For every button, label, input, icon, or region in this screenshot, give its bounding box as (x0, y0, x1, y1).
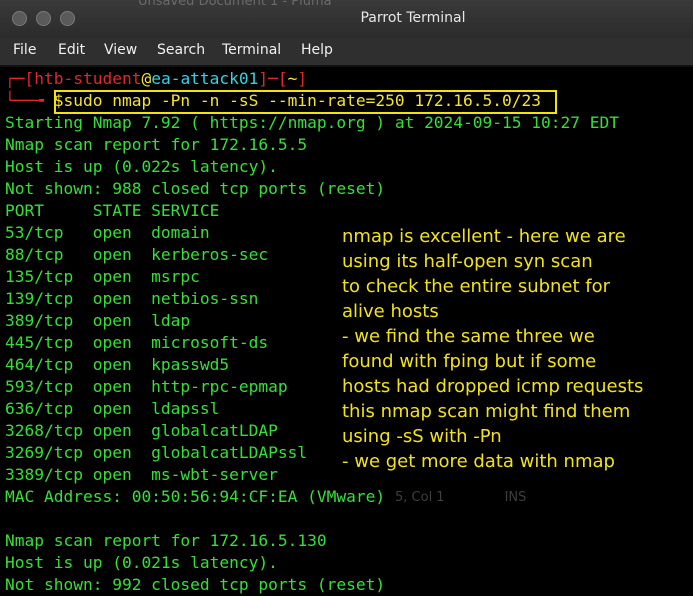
window-title: Parrot Terminal (360, 10, 466, 26)
menu-search[interactable]: Search (157, 42, 205, 58)
output-line: MAC Address: 00:50:56:94:CF:EA (VMware) (5, 487, 386, 506)
output-line: 389/tcp open ldap (5, 311, 191, 330)
title-bar[interactable]: Unsaved Document 1 - Pluma Parrot Termin… (0, 0, 693, 38)
annotation-line: hosts had dropped icmp requests (342, 376, 644, 397)
annotation-line: - we find the same three we (342, 326, 595, 347)
output-line: 53/tcp open domain (5, 223, 210, 242)
menu-bar: File Edit View Search Terminal Help (0, 38, 693, 65)
prompt-bracket-open: ┌─[ (5, 69, 35, 88)
output-line: 88/tcp open kerberos-sec (5, 245, 269, 264)
menu-help[interactable]: Help (301, 42, 333, 58)
menu-edit[interactable]: Edit (58, 42, 85, 58)
prompt-user: htb-student (34, 69, 142, 88)
output-line: 3269/tcp open globalcatLDAPssl (5, 443, 308, 462)
background-status-mode: INS (504, 490, 527, 505)
annotation-line: using -sS with -Pn (342, 426, 502, 447)
output-line: 445/tcp open microsoft-ds (5, 333, 269, 352)
output-line: Not shown: 992 closed tcp ports (reset) (5, 575, 386, 594)
prompt-at: @ (141, 69, 152, 88)
menu-view[interactable]: View (104, 42, 137, 58)
prompt-bracket-close: ] (297, 69, 308, 88)
prompt-directory: ~ (287, 69, 298, 88)
command-highlight-box (54, 90, 557, 114)
output-line: 593/tcp open http-rpc-epmap (5, 377, 288, 396)
menu-terminal[interactable]: Terminal (222, 42, 281, 58)
output-line: Host is up (0.022s latency). (5, 157, 278, 176)
output-line: Host is up (0.021s latency). (5, 553, 278, 572)
prompt-line-1: ┌─[htb-student@ea-attack01]─[~] (5, 68, 307, 90)
annotation-note: nmap is excellent - here we are using it… (342, 224, 643, 474)
annotation-line: to check the entire subnet for (342, 276, 611, 297)
annotation-line: nmap is excellent - here we are (342, 226, 626, 247)
annotation-line: using its half-open syn scan (342, 251, 593, 272)
annotation-line: found with fping but if some (342, 351, 597, 372)
prompt-host: ea-attack01 (151, 69, 259, 88)
output-line: PORT STATE SERVICE (5, 201, 220, 220)
output-line: Starting Nmap 7.92 ( https://nmap.org ) … (5, 113, 619, 132)
output-line: 3268/tcp open globalcatLDAP (5, 421, 278, 440)
output-line: 636/tcp open ldapssl (5, 399, 220, 418)
output-line: Nmap scan report for 172.16.5.130 (5, 531, 327, 550)
prompt-corner: └──╼ (5, 91, 54, 110)
annotation-line: - we get more data with nmap (342, 451, 615, 472)
background-window-title: Unsaved Document 1 - Pluma (138, 0, 332, 9)
output-line: Not shown: 988 closed tcp ports (reset) (5, 179, 386, 198)
output-line: 135/tcp open msrpc (5, 267, 200, 286)
output-line: 139/tcp open netbios-ssn (5, 289, 259, 308)
prompt-separator: ]─[ (258, 69, 288, 88)
background-status-bar: 5, Col 1 INS (395, 490, 586, 505)
annotation-line: this nmap scan might find them (342, 401, 631, 422)
output-line: Nmap scan report for 172.16.5.5 (5, 135, 308, 154)
output-line: 3389/tcp open ms-wbt-server (5, 465, 278, 484)
output-line: 464/tcp open kpasswd5 (5, 355, 230, 374)
annotation-line: alive hosts (342, 301, 439, 322)
background-status-position: 5, Col 1 (395, 490, 445, 505)
menu-file[interactable]: File (13, 42, 36, 58)
